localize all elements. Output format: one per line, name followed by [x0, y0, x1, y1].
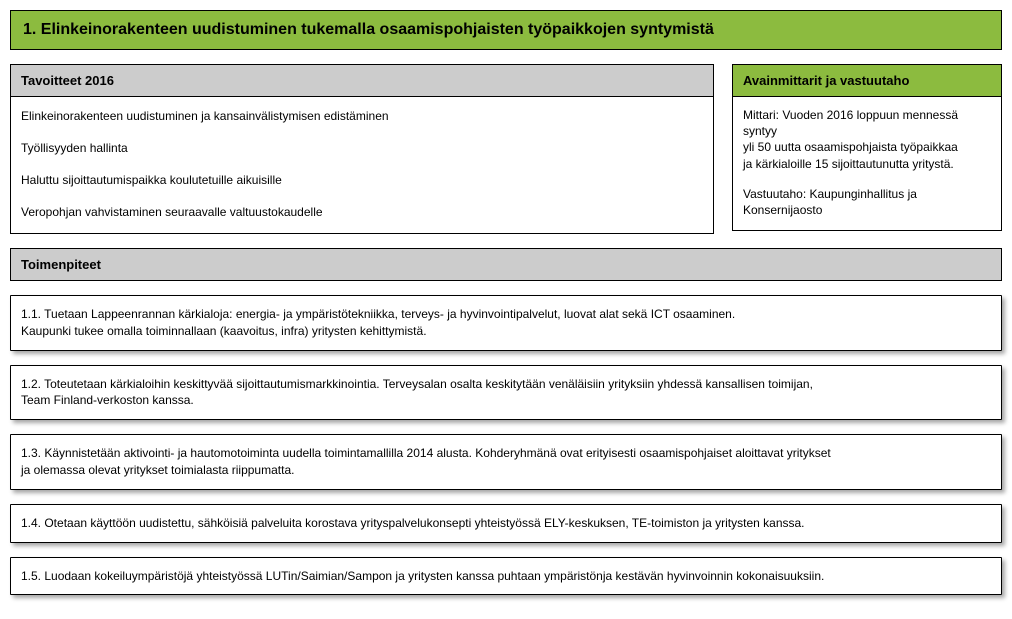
indicators-header: Avainmittarit ja vastuutaho [732, 64, 1002, 97]
goal-item: Veropohjan vahvistaminen seuraavalle val… [21, 203, 703, 221]
goal-item: Haluttu sijoittautumispaikka koulutetuil… [21, 171, 703, 189]
actions-header: Toimenpiteet [10, 248, 1002, 281]
action-item: 1.2. Toteutetaan kärkialoihin keskittyvä… [10, 365, 1002, 421]
goals-header: Tavoitteet 2016 [10, 64, 714, 97]
indicators-content: Mittari: Vuoden 2016 loppuun mennessä sy… [732, 97, 1002, 231]
indicator-line: Mittari: Vuoden 2016 loppuun mennessä sy… [743, 107, 991, 139]
indicator-line: Vastuutaho: Kaupunginhallitus ja [743, 186, 991, 202]
indicator-line: Konsernijaosto [743, 202, 991, 218]
indicator-responsible: Vastuutaho: Kaupunginhallitus ja Konsern… [743, 186, 991, 218]
action-text: Kaupunki tukee omalla toiminnallaan (kaa… [21, 323, 991, 340]
action-text: Team Finland-verkoston kanssa. [21, 392, 991, 409]
goal-item: Työllisyyden hallinta [21, 139, 703, 157]
action-text: 1.2. Toteutetaan kärkialoihin keskittyvä… [21, 376, 991, 393]
indicator-line: ja kärkialoille 15 sijoittautunutta yrit… [743, 156, 991, 172]
indicator-line: yli 50 uutta osaamispohjaista työpaikkaa [743, 139, 991, 155]
action-text: 1.4. Otetaan käyttöön uudistettu, sähköi… [21, 515, 991, 532]
goal-item: Elinkeinorakenteen uudistuminen ja kansa… [21, 107, 703, 125]
top-columns: Tavoitteet 2016 Elinkeinorakenteen uudis… [10, 64, 1002, 234]
action-item: 1.5. Luodaan kokeiluympäristöjä yhteisty… [10, 557, 1002, 596]
indicator-metric: Mittari: Vuoden 2016 loppuun mennessä sy… [743, 107, 991, 172]
action-item: 1.4. Otetaan käyttöön uudistettu, sähköi… [10, 504, 1002, 543]
main-title: 1. Elinkeinorakenteen uudistuminen tukem… [10, 10, 1002, 50]
indicators-column: Avainmittarit ja vastuutaho Mittari: Vuo… [732, 64, 1002, 234]
action-text: 1.5. Luodaan kokeiluympäristöjä yhteisty… [21, 568, 991, 585]
goals-column: Tavoitteet 2016 Elinkeinorakenteen uudis… [10, 64, 714, 234]
action-text: 1.3. Käynnistetään aktivointi- ja hautom… [21, 445, 991, 462]
action-text: 1.1. Tuetaan Lappeenrannan kärkialoja: e… [21, 306, 991, 323]
action-text: ja olemassa olevat yritykset toimialasta… [21, 462, 991, 479]
goals-content: Elinkeinorakenteen uudistuminen ja kansa… [10, 97, 714, 234]
action-item: 1.1. Tuetaan Lappeenrannan kärkialoja: e… [10, 295, 1002, 351]
action-item: 1.3. Käynnistetään aktivointi- ja hautom… [10, 434, 1002, 490]
